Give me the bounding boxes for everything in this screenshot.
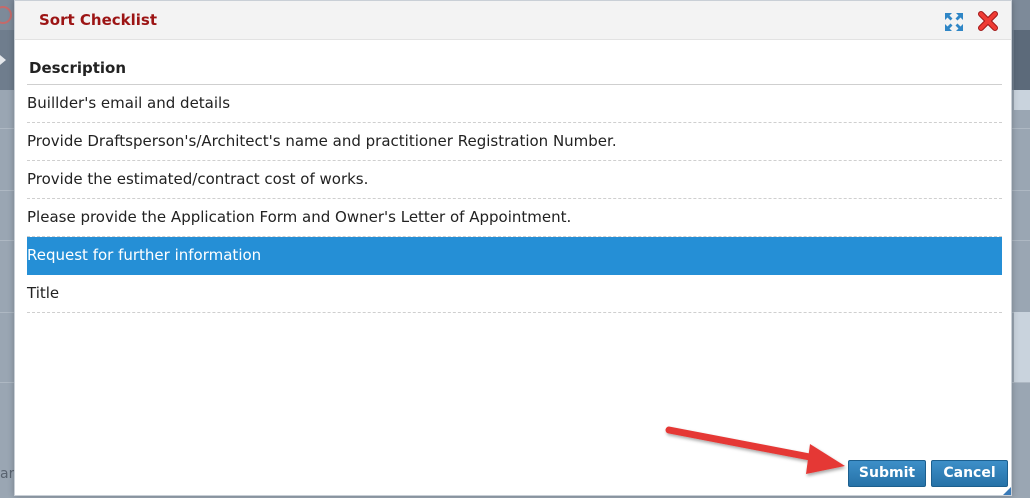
background-column — [1014, 30, 1030, 90]
checklist-item[interactable]: Title — [27, 275, 1002, 313]
checklist-table: Description Buillder's email and details… — [27, 49, 1002, 313]
submit-button[interactable]: Submit — [848, 460, 926, 487]
resize-grip-icon[interactable] — [1003, 487, 1011, 495]
checklist-item-selected[interactable]: Request for further information — [27, 237, 1002, 275]
background-play-icon — [0, 55, 6, 65]
sort-checklist-dialog: Sort Checklist Description Buillder's em… — [14, 0, 1012, 496]
background-text-fragment: ar — [0, 466, 15, 482]
checklist-item[interactable]: Please provide the Application Form and … — [27, 199, 1002, 237]
dialog-title: Sort Checklist — [39, 11, 158, 29]
checklist-item[interactable]: Buillder's email and details — [27, 85, 1002, 123]
column-header-description: Description — [27, 49, 1002, 85]
background-cell — [1014, 312, 1030, 382]
close-icon[interactable] — [977, 10, 999, 32]
checklist-item[interactable]: Provide Draftsperson's/Architect's name … — [27, 123, 1002, 161]
checklist-item[interactable]: Provide the estimated/contract cost of w… — [27, 161, 1002, 199]
expand-icon[interactable] — [944, 12, 964, 32]
background-cell — [1014, 90, 1030, 110]
cancel-button[interactable]: Cancel — [931, 460, 1008, 487]
dialog-header: Sort Checklist — [15, 1, 1011, 40]
